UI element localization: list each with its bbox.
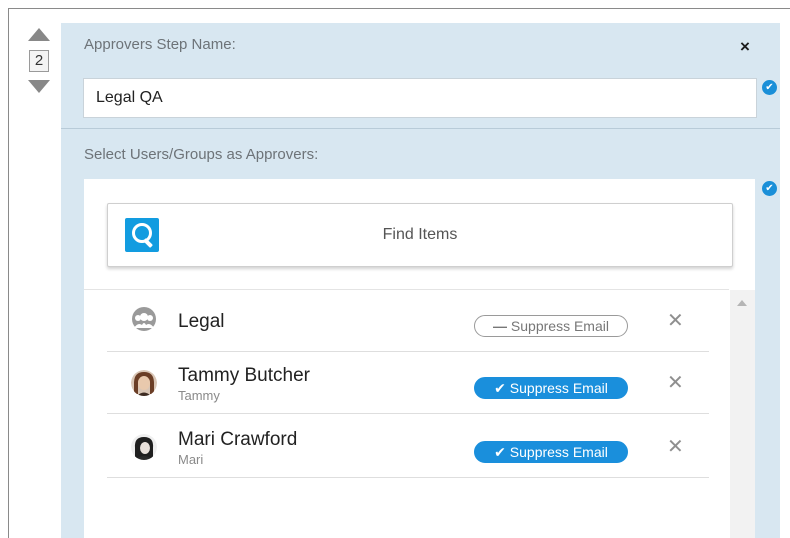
remove-approver-icon[interactable]: ✕ bbox=[667, 370, 684, 395]
step-name-valid-check-icon: ✔ bbox=[762, 80, 777, 95]
user-avatar bbox=[131, 434, 157, 460]
approvers-valid-check-icon: ✔ bbox=[762, 181, 777, 196]
remove-approver-icon[interactable]: ✕ bbox=[667, 308, 684, 333]
suppress-email-label: Suppress Email bbox=[510, 318, 609, 334]
step-name-input[interactable]: Legal QA bbox=[83, 78, 757, 118]
suppress-email-toggle[interactable]: — Suppress Email bbox=[474, 315, 628, 337]
move-up-arrow-icon[interactable] bbox=[28, 28, 50, 41]
approver-name: Legal bbox=[178, 311, 225, 332]
approver-row: Tammy Butcher Tammy ✔ Suppress Email ✕ bbox=[107, 352, 709, 414]
approver-name: Tammy Butcher bbox=[178, 365, 310, 386]
approvers-label: Select Users/Groups as Approvers: bbox=[84, 146, 319, 163]
approver-username: Mari bbox=[178, 452, 204, 467]
user-avatar bbox=[131, 370, 157, 396]
approver-username: Tammy bbox=[178, 388, 220, 403]
check-icon: ✔ bbox=[494, 444, 506, 460]
find-items-button[interactable]: Find Items bbox=[107, 203, 733, 267]
group-icon bbox=[131, 306, 157, 332]
suppress-email-toggle[interactable]: ✔ Suppress Email bbox=[474, 441, 628, 463]
section-divider bbox=[61, 128, 780, 129]
move-down-arrow-icon[interactable] bbox=[28, 80, 50, 93]
approver-name: Mari Crawford bbox=[178, 429, 298, 450]
approver-row: Mari Crawford Mari ✔ Suppress Email ✕ bbox=[107, 416, 709, 478]
suppress-email-toggle[interactable]: ✔ Suppress Email bbox=[474, 377, 628, 399]
step-name-label: Approvers Step Name: bbox=[84, 36, 236, 53]
suppress-email-label: Suppress Email bbox=[509, 444, 608, 460]
step-order-control: 2 bbox=[24, 28, 54, 94]
suppress-email-label: Suppress Email bbox=[509, 380, 608, 396]
remove-approver-icon[interactable]: ✕ bbox=[667, 434, 684, 459]
check-icon: ✔ bbox=[494, 380, 506, 396]
approvers-scrollbar[interactable] bbox=[730, 290, 755, 538]
find-items-label: Find Items bbox=[382, 226, 458, 243]
scroll-up-arrow-icon[interactable] bbox=[737, 300, 747, 306]
step-order-number[interactable]: 2 bbox=[29, 50, 49, 72]
approver-row: Legal — Suppress Email ✕ bbox=[107, 290, 709, 352]
close-step-icon[interactable]: × bbox=[740, 38, 750, 56]
minus-icon: — bbox=[493, 318, 508, 334]
